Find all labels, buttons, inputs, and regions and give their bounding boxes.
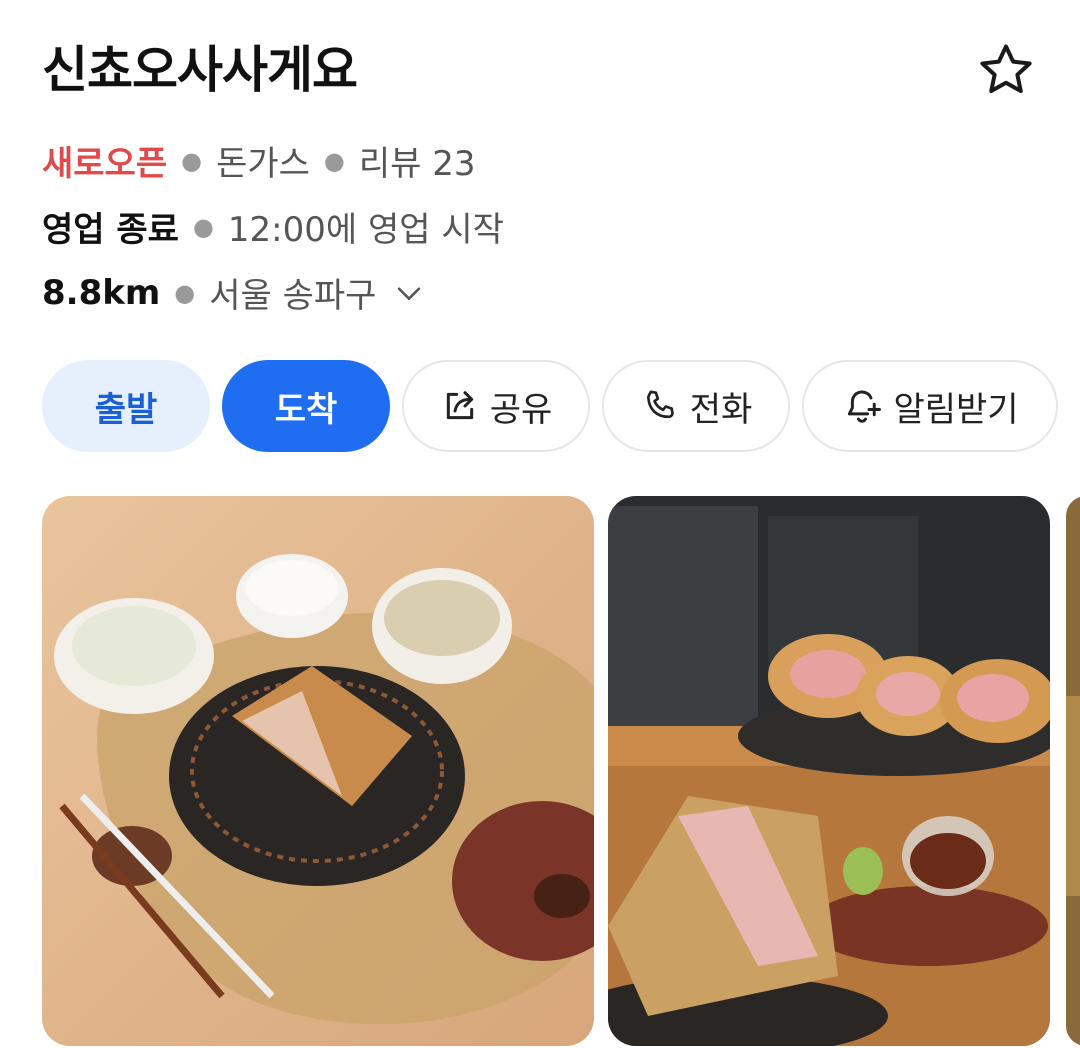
review-count[interactable]: 리뷰 23 [359, 136, 476, 185]
category-label: 돈가스 [216, 144, 310, 184]
place-title: 신쵸오사사게요 [42, 41, 358, 99]
phone-icon [646, 390, 674, 419]
share-button-label: 공유 [489, 389, 553, 430]
photo-thumbnail[interactable] [1066, 496, 1080, 1046]
distance-label: 8.8km [42, 272, 161, 313]
alarm-button-label: 알림받기 [893, 389, 1019, 430]
separator-dot: ● [181, 146, 203, 175]
arrive-button-label: 도착 [274, 389, 338, 430]
alarm-button[interactable]: 알림받기 [802, 360, 1058, 452]
star-outline-icon [980, 44, 1032, 93]
region-label: 서울 송파구 [209, 276, 377, 316]
arrive-button[interactable]: 도착 [222, 360, 390, 452]
separator-dot: ● [323, 146, 345, 175]
favorite-button[interactable] [972, 36, 1040, 104]
call-button[interactable]: 전화 [602, 360, 790, 452]
start-button[interactable]: 출발 [42, 360, 210, 452]
start-button-label: 출발 [94, 389, 158, 430]
separator-dot: ● [192, 212, 214, 241]
separator-dot: ● [174, 278, 196, 307]
hours-info: 12:00에 영업 시작 [227, 210, 504, 250]
info-row-hours[interactable]: 영업 종료 ● 12:00에 영업 시작 [42, 202, 504, 251]
photo-thumbnail[interactable] [608, 496, 1050, 1046]
bell-plus-icon [848, 390, 882, 423]
info-row-location[interactable]: 8.8km ● 서울 송파구 [42, 268, 426, 317]
hours-status: 영업 종료 [42, 210, 179, 250]
share-icon [446, 391, 473, 420]
photo-thumbnail[interactable] [42, 496, 594, 1046]
new-open-badge: 새로오픈 [42, 144, 168, 184]
share-button[interactable]: 공유 [402, 360, 590, 452]
chevron-down-icon[interactable] [392, 276, 426, 310]
info-row-summary: 새로오픈 ● 돈가스 ● 리뷰 23 [42, 136, 476, 185]
call-button-label: 전화 [689, 389, 753, 430]
action-buttons: 출발 도착 공유 전화 알림받기 [42, 360, 1058, 452]
